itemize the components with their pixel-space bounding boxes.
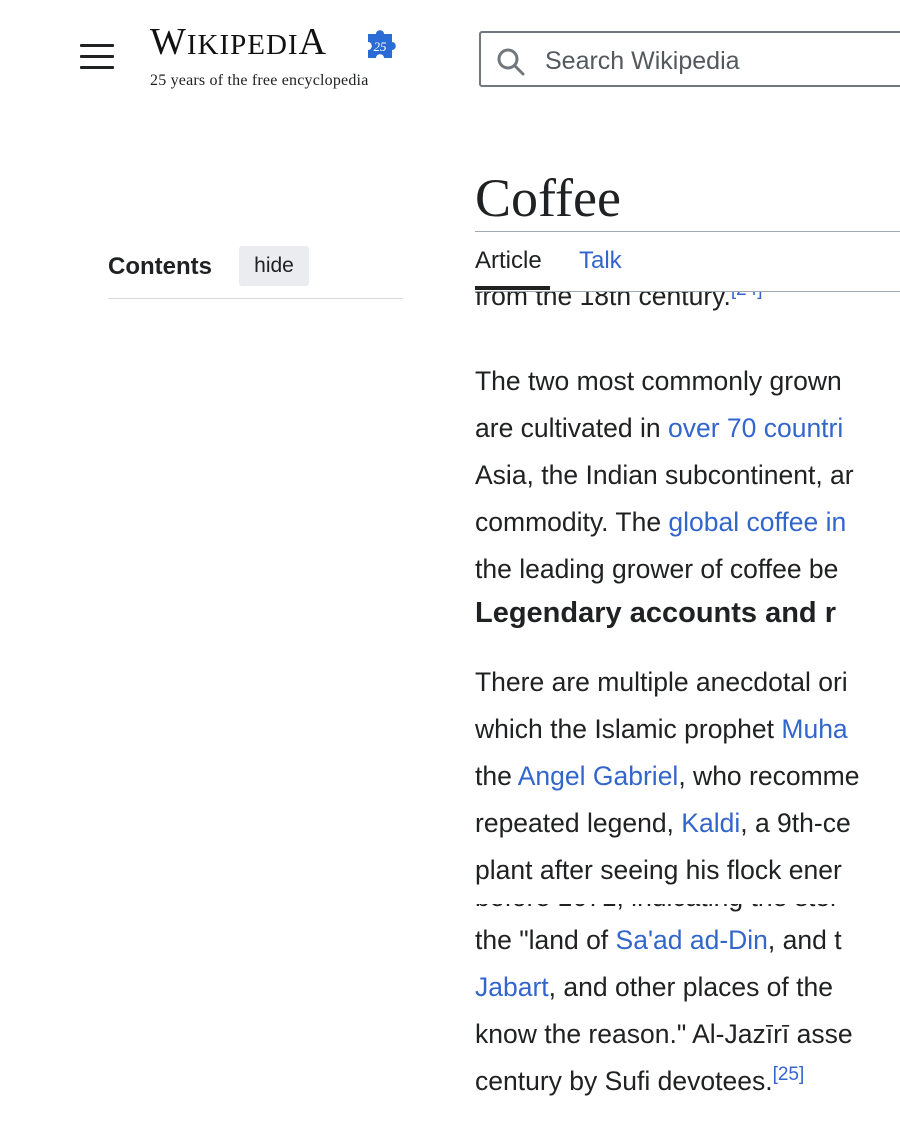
paragraph-line: which the Islamic prophet Muha [475,714,848,744]
wikipedia-logo[interactable]: WIKIPEDIA 25 25 years of the free encycl… [150,20,410,100]
scrolled-partial-line: before 1671, indicating the stor [475,904,900,913]
paragraph-line: commodity. The global coffee in [475,507,847,537]
scrolled-partial-line: from the 18th century.[24] [475,292,900,319]
link-jabart[interactable]: Jabart [475,972,549,1002]
paragraph-line: century by Sufi devotees.[25] [475,1064,805,1096]
link-muhammad[interactable]: Muha [781,714,847,744]
paragraph-line: There are multiple anecdotal ori [475,667,848,697]
link-over-70-countries[interactable]: over 70 countri [668,413,843,443]
tab-talk[interactable]: Talk [579,247,622,275]
paragraph-line: are cultivated in over 70 countri [475,413,844,443]
tab-article[interactable]: Article [475,247,542,275]
active-tab-indicator [475,286,550,290]
link-angel-gabriel[interactable]: Angel Gabriel [518,761,679,791]
section-heading: Legendary accounts and r [475,597,836,629]
reference-link[interactable]: [25] [773,1064,805,1085]
search-box[interactable] [479,31,900,87]
puzzle-25-icon: 25 [368,30,396,58]
paragraph-line: Jabart, and other places of the [475,972,833,1002]
paragraph-line: the Angel Gabriel, who recomme [475,761,860,791]
link-global-coffee-industry[interactable]: global coffee in [668,507,846,537]
link-kaldi[interactable]: Kaldi [681,808,740,838]
article-content: from the 18th century.[24] The two most … [475,292,900,1125]
logo-tagline: 25 years of the free encyclopedia [150,72,369,89]
search-input[interactable] [543,43,900,79]
toc-header: Contents hide [108,246,403,299]
paragraph-line: repeated legend, Kaldi, a 9th-ce [475,808,851,838]
title-divider [475,231,900,232]
paragraph-line: know the reason." Al-Jazīrī asse [475,1019,853,1049]
paragraph-line: the "land of Sa'ad ad-Din, and t [475,925,842,955]
search-icon [497,48,525,76]
main-menu-button[interactable] [80,44,114,74]
toc-hide-button[interactable]: hide [239,246,309,286]
logo-badge: 25 [374,39,388,54]
link-saad-ad-din[interactable]: Sa'ad ad-Din [616,925,768,955]
paragraph-line: Asia, the Indian subcontinent, ar [475,460,854,490]
paragraph-line: plant after seeing his flock ener [475,855,842,885]
paragraph-line: the leading grower of coffee be [475,554,839,584]
hamburger-menu-icon [80,44,114,47]
page-title: Coffee [475,168,621,228]
toc-title: Contents [108,253,212,280]
reference-link[interactable]: [24] [731,292,763,300]
paragraph-line: The two most commonly grown [475,366,842,396]
